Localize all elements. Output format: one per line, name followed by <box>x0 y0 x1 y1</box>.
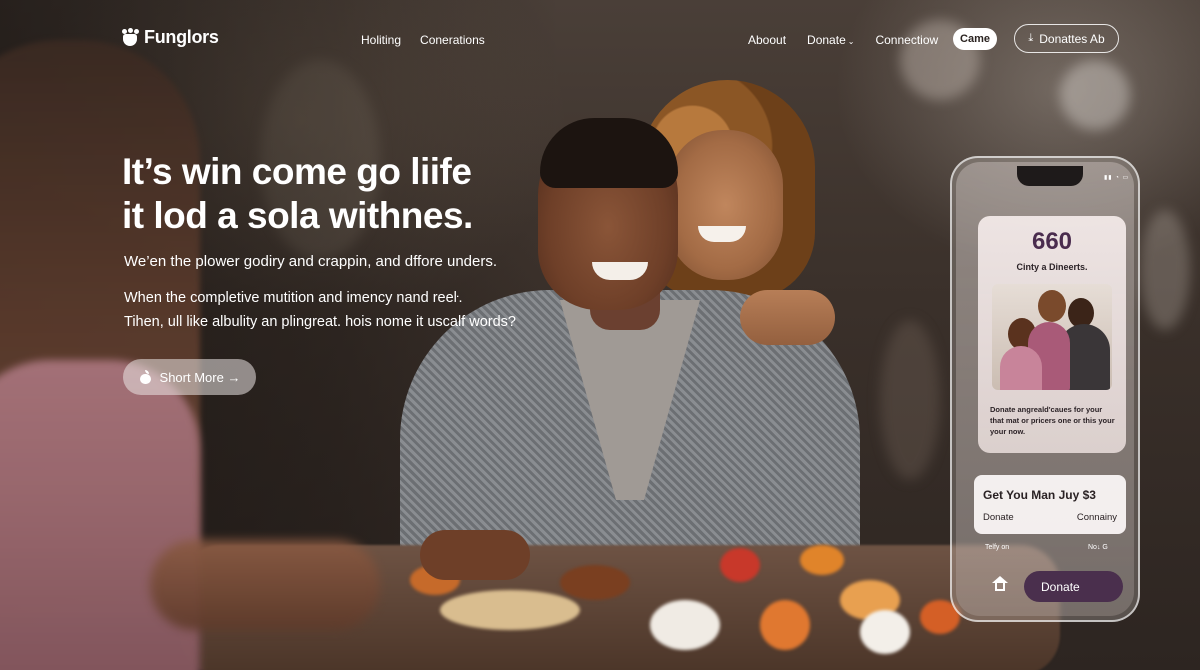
home-icon[interactable] <box>992 576 1008 592</box>
hero-paragraph: When the completive mutition and imency … <box>124 286 516 334</box>
donate-button[interactable]: Donate <box>1024 571 1123 602</box>
show-more-button[interactable]: Short More → <box>123 359 256 395</box>
offer-title: Get You Man Juy $3 <box>983 488 1096 502</box>
brand-name: Funglors <box>144 27 219 47</box>
nav-center-links: Holiting Conerations <box>361 33 485 47</box>
came-button[interactable]: Came <box>953 28 997 50</box>
chevron-down-icon: ⌄ <box>847 37 855 46</box>
hero-title: It’s win come go liife it lod a sola wit… <box>122 150 542 238</box>
offer-donate-link[interactable]: Donate <box>983 512 1014 523</box>
donates-button[interactable]: ⤓ Donattes Ab <box>1014 24 1119 53</box>
nav-link-donate-dropdown[interactable]: Donate ⌄ <box>807 33 854 47</box>
stat-number: 660 <box>1031 228 1073 255</box>
status-bar-icons: ▮▮ ◔ ▭ <box>1104 175 1130 181</box>
hero-title-line-1: It’s win come go liife <box>122 151 472 192</box>
donates-button-label: Donattes Ab <box>1039 31 1105 46</box>
nav-donate-label: Donate <box>807 33 846 47</box>
nav-link-about[interactable]: Aboout <box>748 33 786 47</box>
donation-description: Donate angreald'caues for your that mat … <box>990 405 1115 436</box>
phone-mockup: ▮▮ ◔ ▭ 660 Cinty a Dineerts. Donate angr… <box>950 156 1140 622</box>
phone-screen: ▮▮ ◔ ▭ 660 Cinty a Dineerts. Donate angr… <box>956 162 1134 616</box>
donation-stat-card[interactable]: 660 Cinty a Dineerts. Donate angreald'ca… <box>978 216 1126 453</box>
nav-right-links: Aboout Donate ⌄ Connectiow <box>748 33 938 47</box>
paw-heart-icon <box>120 27 140 48</box>
download-icon: ⤓ <box>1028 32 1034 44</box>
nav-link-connection[interactable]: Connectiow <box>875 33 938 47</box>
nav-link-holiting[interactable]: Holiting <box>361 33 401 47</box>
offer-company-link[interactable]: Connainy <box>1077 512 1117 523</box>
show-more-label: Short More → <box>159 369 241 385</box>
hero-paragraph-line-2: Tihen, ull like albulity an plingreat. h… <box>124 314 516 330</box>
hero-paragraph-line-1: When the completive mutition and imency … <box>124 290 463 306</box>
hero-subtitle: We’en the plower godiry and crappin, and… <box>124 253 498 270</box>
hero-title-line-2: it lod a sola withnes. <box>122 195 473 236</box>
offer-card[interactable]: Get You Man Juy $3 Donate Connainy <box>974 475 1126 534</box>
phone-notch <box>1017 166 1083 186</box>
nav-link-conerations[interactable]: Conerations <box>420 33 485 47</box>
family-photo <box>992 284 1112 390</box>
brand-logo[interactable]: Funglors <box>120 27 219 48</box>
apple-icon <box>139 370 152 384</box>
stat-caption: Cinty a Dineerts. <box>1016 262 1088 272</box>
footer-left-text: Telfy on <box>985 544 1010 551</box>
top-navigation: Funglors Holiting Conerations Aboout Don… <box>0 0 1200 78</box>
footer-right-text: No↓ G <box>1088 544 1108 551</box>
